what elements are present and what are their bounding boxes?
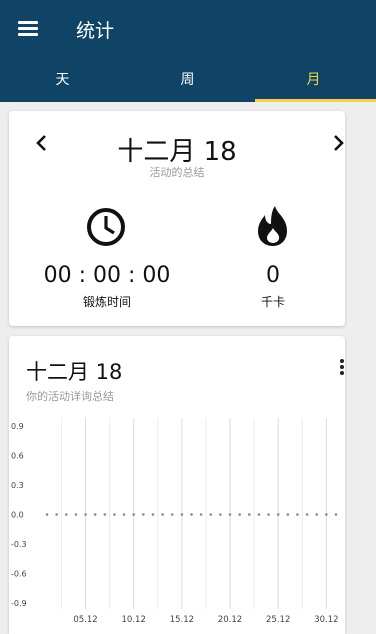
page-title: 统计 [76,20,115,42]
summary-title: 十二月 18 [117,137,237,167]
data-point [151,513,155,516]
data-point [248,513,251,516]
app-bar: 统计 天 周 月 [0,0,376,102]
data-point [276,513,280,516]
more-vertical-icon[interactable] [335,358,349,376]
data-point [267,513,270,516]
y-tick-label: -0.6 [11,570,27,579]
data-point [84,513,87,516]
data-point [209,513,213,516]
x-tick-label: 10.12 [122,615,146,625]
tab-indicator [255,99,376,102]
data-point [199,513,203,516]
duration-value: 00 : 00 : 00 [43,263,171,288]
data-point [228,513,232,516]
x-tick-label: 25.12 [266,615,290,625]
detail-subtitle: 你的活动详询总结 [26,390,114,403]
clock-icon [87,208,125,246]
tab-label: 天 [55,72,70,88]
data-point [238,513,241,516]
x-tick-label: 05.12 [73,615,97,625]
calories-value: 0 [266,263,280,288]
data-point [64,513,68,516]
data-point [334,513,338,516]
calories-label: 千卡 [260,295,285,309]
detail-title: 十二月 18 [26,360,123,384]
x-tick-label: 15.12 [170,615,194,625]
data-point [103,513,107,516]
data-point [113,513,116,516]
tab-label: 月 [306,72,321,88]
y-tick-label: 0.0 [11,511,24,520]
tab-month[interactable]: 月 [251,58,376,102]
data-point [325,513,328,516]
data-point [142,513,145,516]
y-tick-label: 0.3 [11,481,24,490]
summary-subtitle: 活动的总结 [149,166,205,179]
data-point [286,513,290,516]
data-point [305,513,309,516]
data-point [180,513,184,516]
data-point [190,513,193,516]
data-point [161,513,164,516]
y-tick-label: -0.9 [11,599,27,608]
data-point [315,513,319,516]
data-point [296,513,299,516]
data-point [55,513,58,516]
data-point [74,513,78,516]
y-tick-label: -0.3 [11,540,27,549]
y-tick-label: 0.9 [11,422,24,431]
fire-icon [258,206,287,246]
tab-week[interactable]: 周 [125,58,250,102]
data-point [45,513,49,516]
data-point [219,513,222,516]
detail-card: 十二月 18 你的活动详询总结 0.9 0.6 0.3 0.0 -0.3 -0.6 -0.9… [9,336,345,634]
data-point [257,513,261,516]
data-point [170,513,174,516]
y-tick-label: 0.6 [11,452,24,461]
x-tick-label: 20.12 [218,615,242,625]
summary-card: 十二月 18 活动的总结 00 : 00 : 00 锻炼时间 0 千卡 [9,111,345,326]
activity-chart: 0.9 0.6 0.3 0.0 -0.3 -0.6 -0.9 05.12 10.12 15.12 2… [11,418,339,625]
duration-label: 锻炼时间 [82,295,131,309]
data-point [93,513,97,516]
x-tick-label: 30.12 [314,615,338,625]
menu-icon[interactable] [16,17,42,39]
tab-label: 周 [180,72,195,88]
data-point [122,513,126,516]
tab-day[interactable]: 天 [0,58,125,102]
data-point [132,513,135,516]
